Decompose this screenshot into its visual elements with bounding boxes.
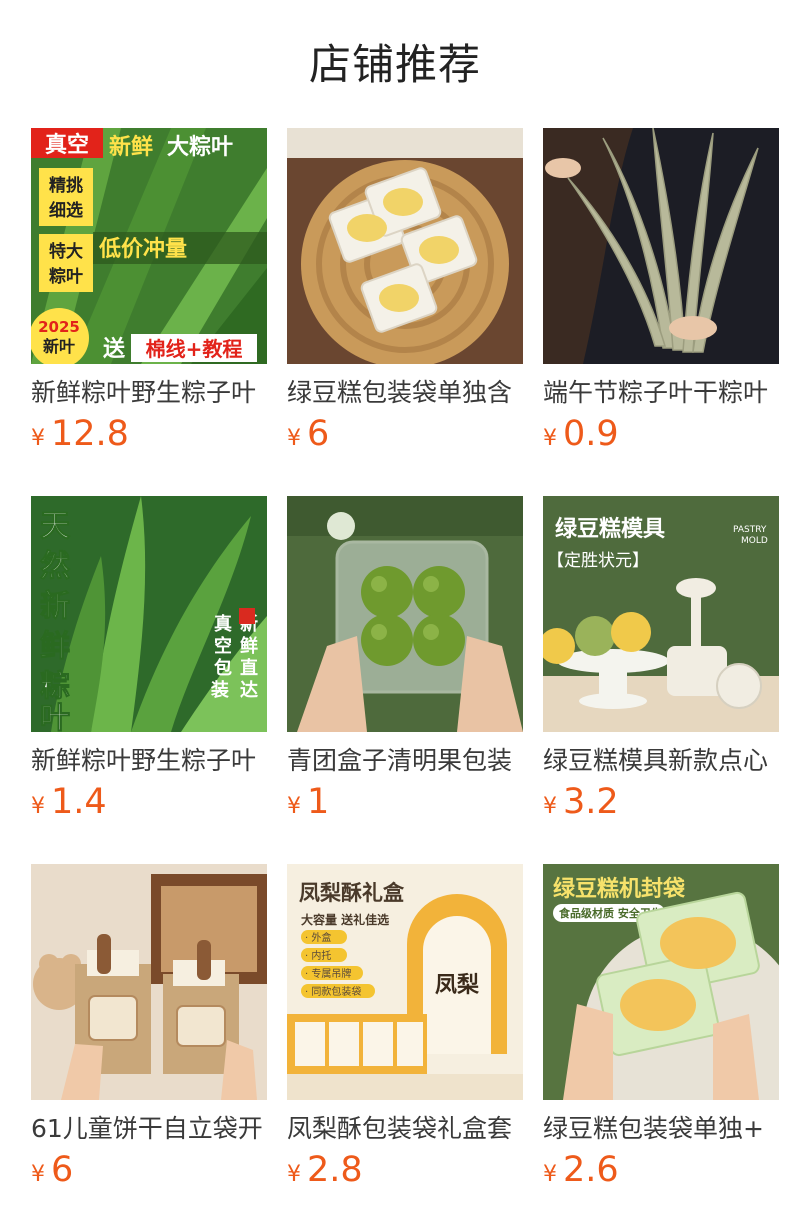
product-price: ¥1.4 xyxy=(31,782,107,828)
product-price: ¥3.2 xyxy=(543,782,619,828)
svg-text:送: 送 xyxy=(103,336,125,362)
price-value: 2.8 xyxy=(307,1150,363,1190)
currency-symbol: ¥ xyxy=(287,794,301,819)
price-value: 6 xyxy=(51,1150,74,1190)
svg-text:细选: 细选 xyxy=(49,200,83,221)
product-image[interactable]: 真空 新鲜 大粽叶 精挑 细选 特大 粽叶 低价冲量 2025 新叶 送 棉线+… xyxy=(31,128,267,364)
svg-text:低价冲量: 低价冲量 xyxy=(98,237,187,262)
price-value: 3.2 xyxy=(563,782,619,822)
product-name[interactable]: 绿豆糕包装袋单独含 xyxy=(287,376,523,410)
svg-text:精挑: 精挑 xyxy=(49,175,83,196)
currency-symbol: ¥ xyxy=(287,426,301,451)
product-card[interactable]: 绿豆糕模具 【定胜状元】 PASTRY MOLD 绿豆糕模具新款点心 ¥3.2 xyxy=(543,496,779,836)
product-name[interactable]: 绿豆糕包装袋单独+ xyxy=(543,1112,779,1146)
product-name[interactable]: 青团盒子清明果包装 xyxy=(287,744,523,778)
svg-text:凤梨: 凤梨 xyxy=(435,972,479,998)
svg-text:特大: 特大 xyxy=(49,241,83,262)
product-card[interactable]: 凤梨酥礼盒 大容量 送礼佳选 · 外盒 · 内托 · 专属吊牌 · 同款包装袋 … xyxy=(287,864,523,1204)
svg-text:MOLD: MOLD xyxy=(741,536,768,546)
svg-text:PASTRY: PASTRY xyxy=(733,525,767,535)
product-image[interactable] xyxy=(31,864,267,1100)
svg-text:绿豆糕模具: 绿豆糕模具 xyxy=(555,516,665,542)
svg-text:天然新鲜粽叶: 天然新鲜粽叶 xyxy=(40,509,70,732)
product-name[interactable]: 凤梨酥包装袋礼盒套 xyxy=(287,1112,523,1146)
product-card[interactable]: 天然新鲜粽叶 真空包装 新鲜直达 新鲜粽叶野生粽子叶 ¥1.4 xyxy=(31,496,267,836)
svg-text:新叶: 新叶 xyxy=(43,337,75,356)
product-card[interactable]: 绿豆糕机封袋 食品级材质 安全卫生 绿豆糕包装袋单独+ ¥2.6 xyxy=(543,864,779,1204)
svg-text:· 专属吊牌: · 专属吊牌 xyxy=(305,967,351,980)
currency-symbol: ¥ xyxy=(543,1162,557,1187)
product-card[interactable]: 青团盒子清明果包装 ¥1 xyxy=(287,496,523,836)
svg-text:棉线+教程: 棉线+教程 xyxy=(146,337,243,361)
product-price: ¥2.6 xyxy=(543,1150,619,1196)
price-value: 0.9 xyxy=(563,414,619,454)
price-value: 2.6 xyxy=(563,1150,619,1190)
product-price: ¥1 xyxy=(287,782,329,828)
product-price: ¥6 xyxy=(287,414,329,460)
price-value: 12.8 xyxy=(51,414,129,454)
svg-text:· 外盒: · 外盒 xyxy=(305,931,331,944)
product-image[interactable] xyxy=(543,128,779,364)
svg-text:· 同款包装袋: · 同款包装袋 xyxy=(305,985,361,998)
currency-symbol: ¥ xyxy=(543,426,557,451)
svg-text:新鲜: 新鲜 xyxy=(109,134,153,160)
product-price: ¥6 xyxy=(31,1150,73,1196)
svg-text:绿豆糕机封袋: 绿豆糕机封袋 xyxy=(553,876,686,902)
svg-text:大粽叶: 大粽叶 xyxy=(167,134,233,160)
product-card[interactable]: 61儿童饼干自立袋开 ¥6 xyxy=(31,864,267,1204)
product-price: ¥12.8 xyxy=(31,414,129,460)
product-name[interactable]: 61儿童饼干自立袋开 xyxy=(31,1112,267,1146)
product-image[interactable]: 绿豆糕机封袋 食品级材质 安全卫生 xyxy=(543,864,779,1100)
product-name[interactable]: 新鲜粽叶野生粽子叶 xyxy=(31,744,267,778)
product-card[interactable]: 端午节粽子叶干粽叶 ¥0.9 xyxy=(543,128,779,468)
product-name[interactable]: 绿豆糕模具新款点心 xyxy=(543,744,779,778)
currency-symbol: ¥ xyxy=(287,1162,301,1187)
price-value: 6 xyxy=(307,414,330,454)
product-image[interactable] xyxy=(287,496,523,732)
svg-text:真空: 真空 xyxy=(45,132,89,158)
svg-text:【定胜状元】: 【定胜状元】 xyxy=(547,551,649,571)
currency-symbol: ¥ xyxy=(31,794,45,819)
product-name[interactable]: 新鲜粽叶野生粽子叶 xyxy=(31,376,267,410)
product-name[interactable]: 端午节粽子叶干粽叶 xyxy=(543,376,779,410)
product-price: ¥0.9 xyxy=(543,414,619,460)
currency-symbol: ¥ xyxy=(31,1162,45,1187)
page-title: 店铺推荐 xyxy=(308,40,481,89)
svg-text:大容量 送礼佳选: 大容量 送礼佳选 xyxy=(301,912,389,927)
svg-text:粽叶: 粽叶 xyxy=(49,266,83,287)
currency-symbol: ¥ xyxy=(31,426,45,451)
product-image[interactable] xyxy=(287,128,523,364)
product-price: ¥2.8 xyxy=(287,1150,363,1196)
price-value: 1.4 xyxy=(51,782,107,822)
product-image[interactable]: 凤梨酥礼盒 大容量 送礼佳选 · 外盒 · 内托 · 专属吊牌 · 同款包装袋 … xyxy=(287,864,523,1100)
svg-text:· 内托: · 内托 xyxy=(305,949,331,962)
product-card[interactable]: 绿豆糕包装袋单独含 ¥6 xyxy=(287,128,523,468)
product-image[interactable]: 绿豆糕模具 【定胜状元】 PASTRY MOLD xyxy=(543,496,779,732)
price-value: 1 xyxy=(307,782,330,822)
currency-symbol: ¥ xyxy=(543,794,557,819)
product-card[interactable]: 真空 新鲜 大粽叶 精挑 细选 特大 粽叶 低价冲量 2025 新叶 送 棉线+… xyxy=(31,128,267,468)
product-image[interactable]: 天然新鲜粽叶 真空包装 新鲜直达 xyxy=(31,496,267,732)
svg-text:凤梨酥礼盒: 凤梨酥礼盒 xyxy=(299,880,405,905)
svg-text:2025: 2025 xyxy=(38,318,80,336)
